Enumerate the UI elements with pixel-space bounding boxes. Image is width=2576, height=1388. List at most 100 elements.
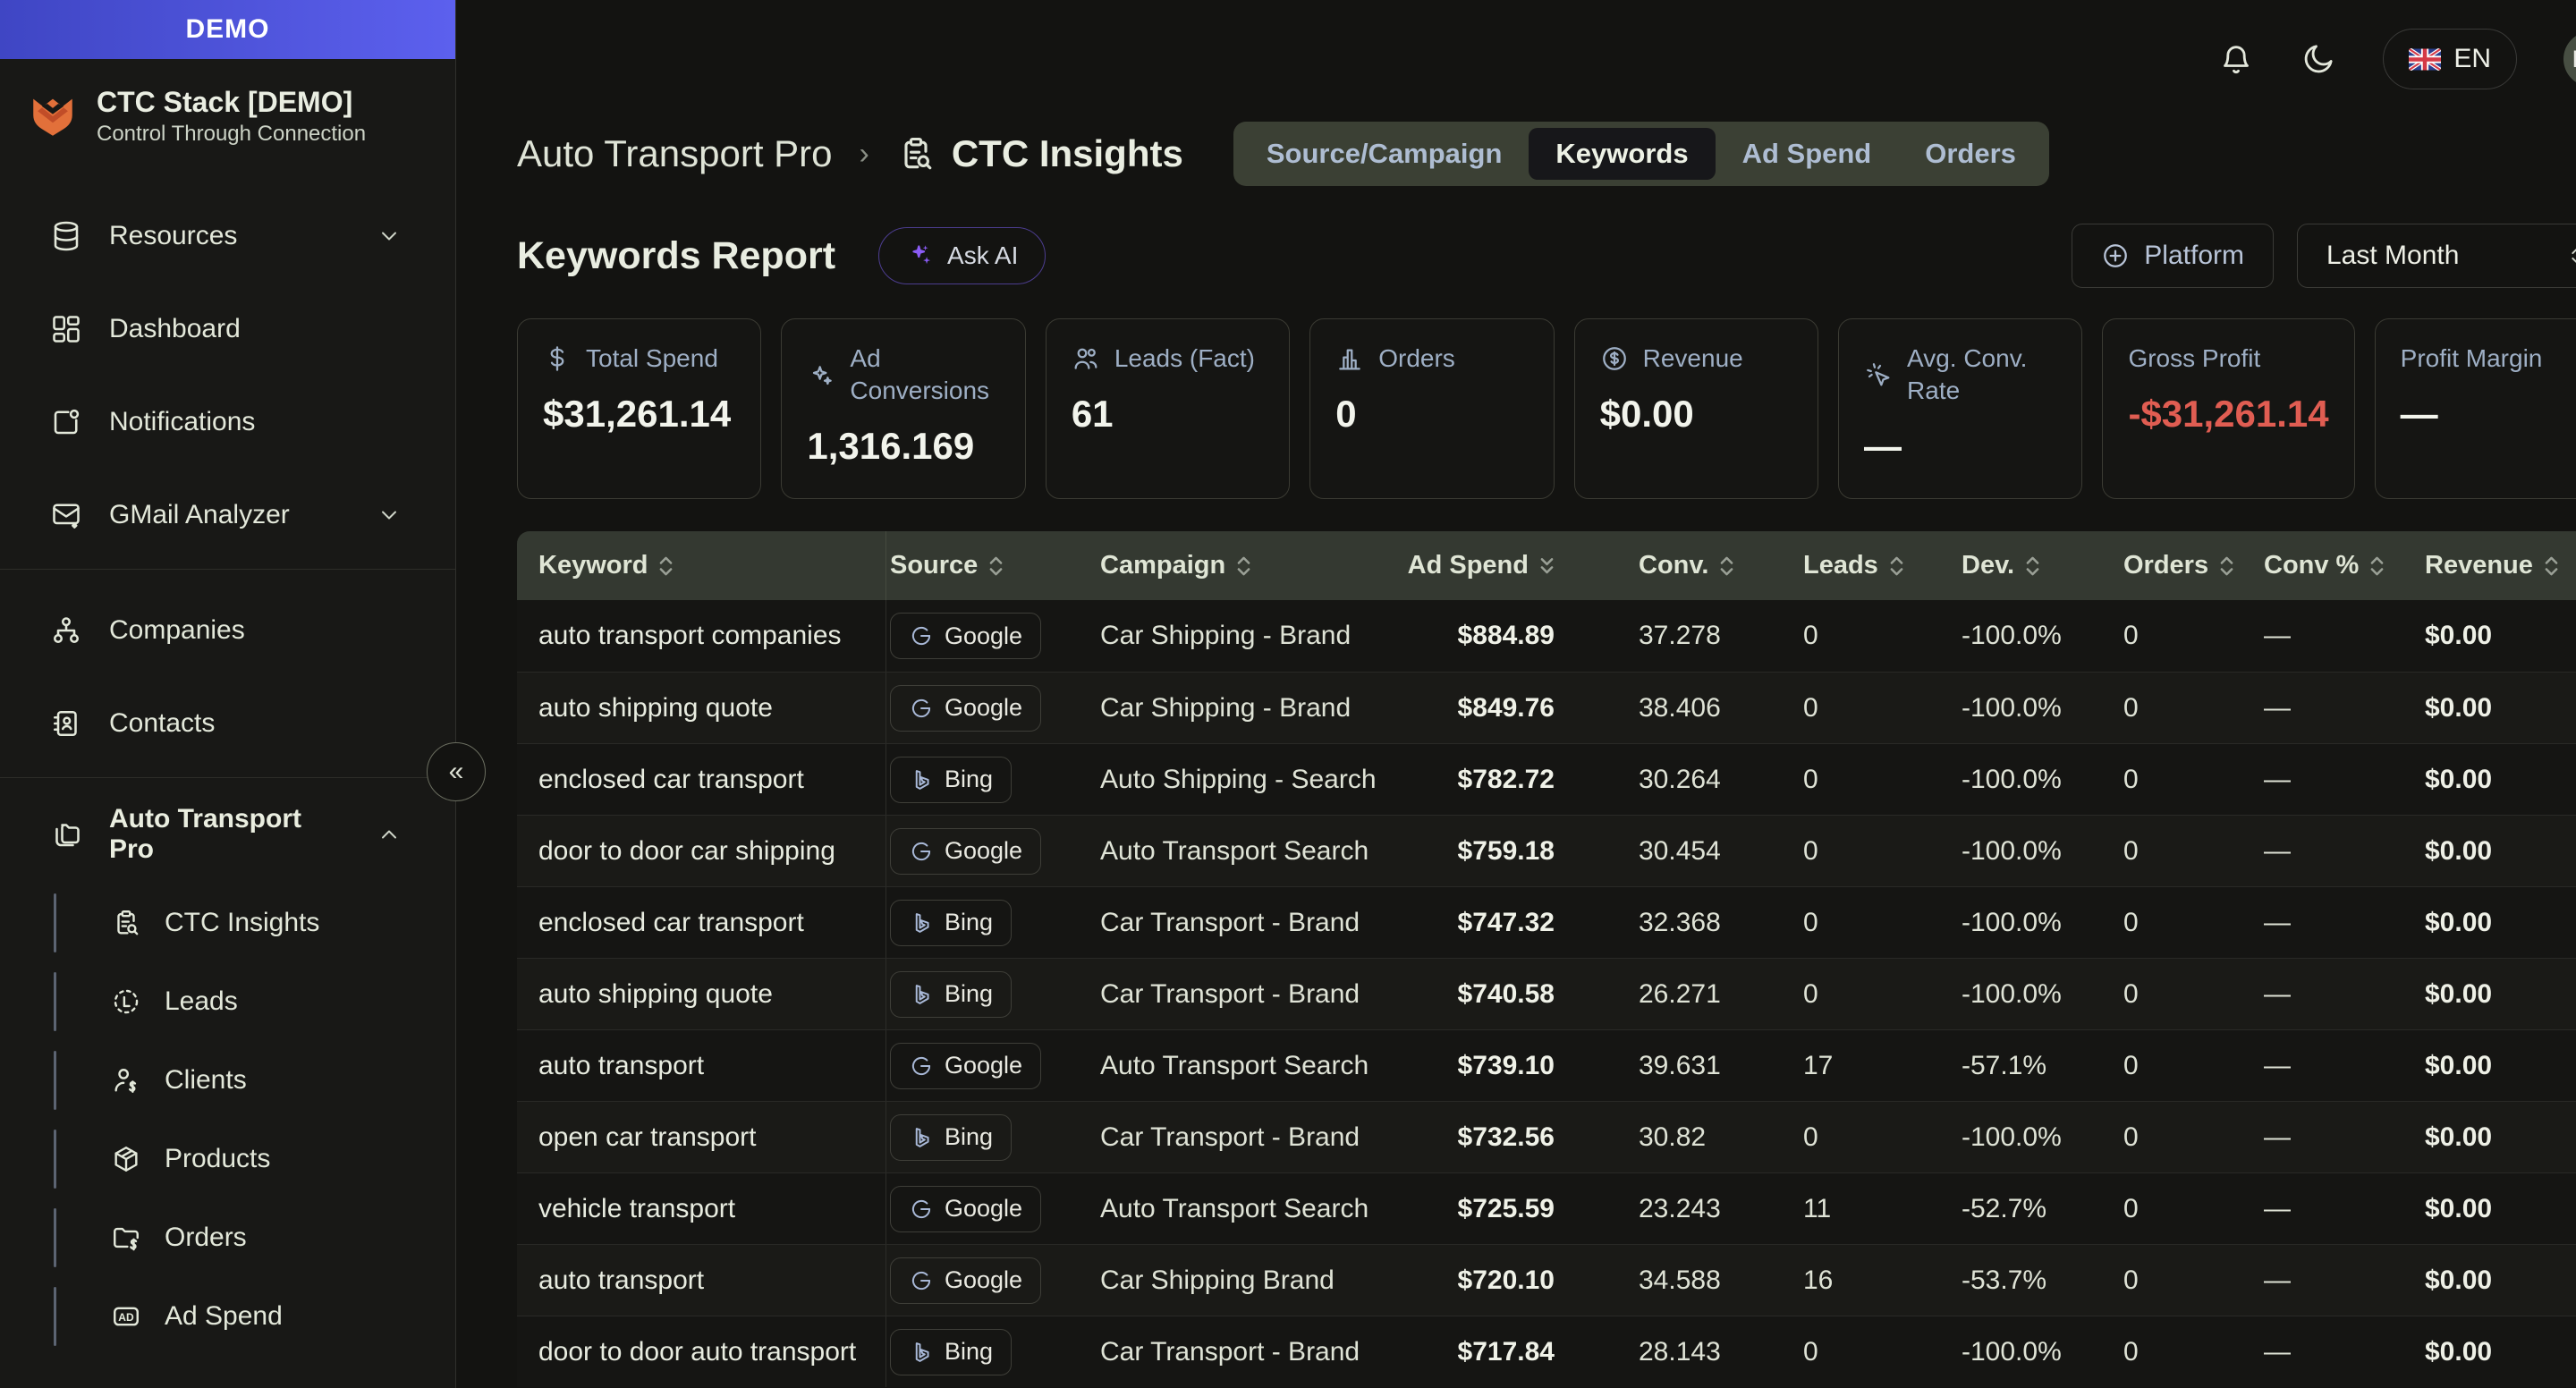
source-badge-bing: Bing — [890, 971, 1012, 1018]
period-select[interactable]: Last Month — [2297, 224, 2576, 288]
google-icon — [909, 1197, 934, 1222]
sidebar-subitem-label: Leads — [165, 986, 238, 1017]
sidebar-item-notifications[interactable]: Notifications — [0, 376, 455, 469]
sidebar-item-auto-transport-pro[interactable]: Auto Transport Pro — [0, 785, 455, 884]
cell-dev: -57.1% — [1958, 1051, 2120, 1081]
kpi-card-head: Orders — [1335, 343, 1528, 375]
main-content: EN MA Auto Transport Pro › CTC Insights … — [456, 0, 2576, 1388]
sidebar-subitem-label: Ad Spend — [165, 1301, 283, 1332]
title-row: Keywords Report Ask AI Platform Last Mon… — [517, 224, 2576, 288]
sidebar-subitem-orders[interactable]: Orders — [0, 1198, 455, 1277]
tab-orders[interactable]: Orders — [1898, 128, 2043, 180]
column-header-leads[interactable]: Leads — [1800, 551, 1958, 580]
report-tabs: Source/CampaignKeywordsAd SpendOrders — [1233, 122, 2049, 186]
tab-keywords[interactable]: Keywords — [1529, 128, 1715, 180]
kpi-card-head: Ad Conversions — [807, 343, 999, 407]
breadcrumb: Auto Transport Pro › CTC Insights Source… — [517, 122, 2576, 186]
cell-leads: 0 — [1800, 693, 1958, 724]
source-label: Google — [945, 622, 1022, 650]
google-icon — [909, 1054, 934, 1079]
cell-conv-pct: — — [2260, 1265, 2421, 1296]
sidebar-subitem-ctc-insights[interactable]: CTC Insights — [0, 884, 455, 962]
ask-ai-button[interactable]: Ask AI — [878, 227, 1046, 284]
cell-campaign: Auto Shipping - Search — [1097, 765, 1392, 795]
cell-revenue: $0.00 — [2421, 836, 2576, 867]
clipboard-search-icon — [896, 134, 936, 174]
cell-keyword: auto transport — [517, 1245, 886, 1316]
column-header-conv-%[interactable]: Conv % — [2260, 551, 2421, 580]
sidebar-subitem-clients[interactable]: Clients — [0, 1041, 455, 1120]
cell-keyword: door to door auto transport — [517, 1316, 886, 1387]
source-badge-bing: Bing — [890, 900, 1012, 946]
bell-icon[interactable] — [2218, 41, 2254, 77]
cell-dev: -52.7% — [1958, 1194, 2120, 1224]
sort-icon — [988, 554, 1004, 579]
cell-source: Bing — [886, 1329, 1097, 1375]
kpi-card-head: Total Spend — [543, 343, 735, 375]
column-label: Orders — [2123, 551, 2208, 580]
cell-keyword: auto transport companies — [517, 600, 886, 672]
sort-desc-icon — [1539, 554, 1555, 579]
source-badge-google: Google — [890, 1043, 1041, 1089]
column-header-dev[interactable]: Dev. — [1958, 551, 2120, 580]
cell-dev: -100.0% — [1958, 621, 2120, 651]
column-label: Conv % — [2264, 551, 2359, 580]
sidebar-item-label: Contacts — [109, 708, 402, 739]
table-row: auto shipping quoteGoogleCar Shipping - … — [517, 672, 2576, 743]
sort-icon — [1889, 554, 1904, 579]
cell-orders: 0 — [2120, 693, 2260, 724]
sidebar-item-gmail-analyzer[interactable]: GMail Analyzer — [0, 469, 455, 562]
sidebar-item-resources[interactable]: Resources — [0, 190, 455, 283]
cell-ad-spend: $849.76 — [1392, 693, 1635, 724]
sidebar-collapse-button[interactable]: « — [427, 742, 486, 801]
column-label: Campaign — [1100, 551, 1225, 580]
sidebar-subitem-products[interactable]: Products — [0, 1120, 455, 1198]
sidebar-item-companies[interactable]: Companies — [0, 584, 455, 677]
cell-ad-spend: $782.72 — [1392, 765, 1635, 795]
sidebar-item-label: Notifications — [109, 407, 402, 437]
column-header-conv[interactable]: Conv. — [1635, 551, 1800, 580]
cell-leads: 11 — [1800, 1194, 1958, 1224]
platform-button[interactable]: Platform — [2072, 224, 2274, 288]
source-label: Bing — [945, 1123, 993, 1151]
column-header-orders[interactable]: Orders — [2120, 551, 2260, 580]
page-title: Keywords Report — [517, 234, 835, 278]
database-icon — [50, 220, 82, 252]
column-header-source[interactable]: Source — [886, 551, 1097, 580]
dashboard-icon — [50, 313, 82, 345]
cell-conv: 30.454 — [1635, 836, 1800, 867]
moon-icon[interactable] — [2301, 41, 2336, 77]
tab-ad-spend[interactable]: Ad Spend — [1716, 128, 1899, 180]
submenu-rail — [54, 1051, 56, 1110]
column-header-ad-spend[interactable]: Ad Spend — [1392, 551, 1635, 580]
cell-campaign: Auto Transport Search — [1097, 1194, 1392, 1224]
column-header-campaign[interactable]: Campaign — [1097, 551, 1392, 580]
cell-source: Bing — [886, 757, 1097, 803]
sidebar-item-dashboard[interactable]: Dashboard — [0, 283, 455, 376]
tab-source-campaign[interactable]: Source/Campaign — [1240, 128, 1530, 180]
source-badge-google: Google — [890, 1186, 1041, 1232]
source-badge-google: Google — [890, 613, 1041, 659]
sidebar-menu-secondary: Companies Contacts — [0, 577, 455, 770]
sidebar-subitem-leads[interactable]: Leads — [0, 962, 455, 1041]
table-row: auto shipping quoteBingCar Transport - B… — [517, 958, 2576, 1029]
folder-icon — [50, 818, 82, 851]
sort-icon — [2025, 554, 2040, 579]
kpi-card-head: Gross Profit — [2128, 343, 2328, 375]
cell-orders: 0 — [2120, 621, 2260, 651]
column-header-keyword[interactable]: Keyword — [517, 531, 886, 600]
cell-campaign: Car Shipping - Brand — [1097, 693, 1392, 724]
sidebar-subitem-ad-spend[interactable]: ADAd Spend — [0, 1277, 455, 1356]
language-selector[interactable]: EN — [2383, 29, 2517, 89]
table-row: door to door auto transportBingCar Trans… — [517, 1316, 2576, 1387]
cell-ad-spend: $739.10 — [1392, 1051, 1635, 1081]
breadcrumb-parent[interactable]: Auto Transport Pro — [517, 132, 833, 175]
sidebar-item-label: Companies — [109, 615, 402, 646]
sidebar-item-contacts[interactable]: Contacts — [0, 677, 455, 770]
table-row: auto transportGoogleCar Shipping Brand$7… — [517, 1244, 2576, 1316]
column-header-revenue[interactable]: Revenue — [2421, 551, 2576, 580]
avatar[interactable]: MA — [2563, 31, 2576, 87]
cell-campaign: Auto Transport Search — [1097, 836, 1392, 867]
cell-revenue: $0.00 — [2421, 1194, 2576, 1224]
cell-orders: 0 — [2120, 1051, 2260, 1081]
